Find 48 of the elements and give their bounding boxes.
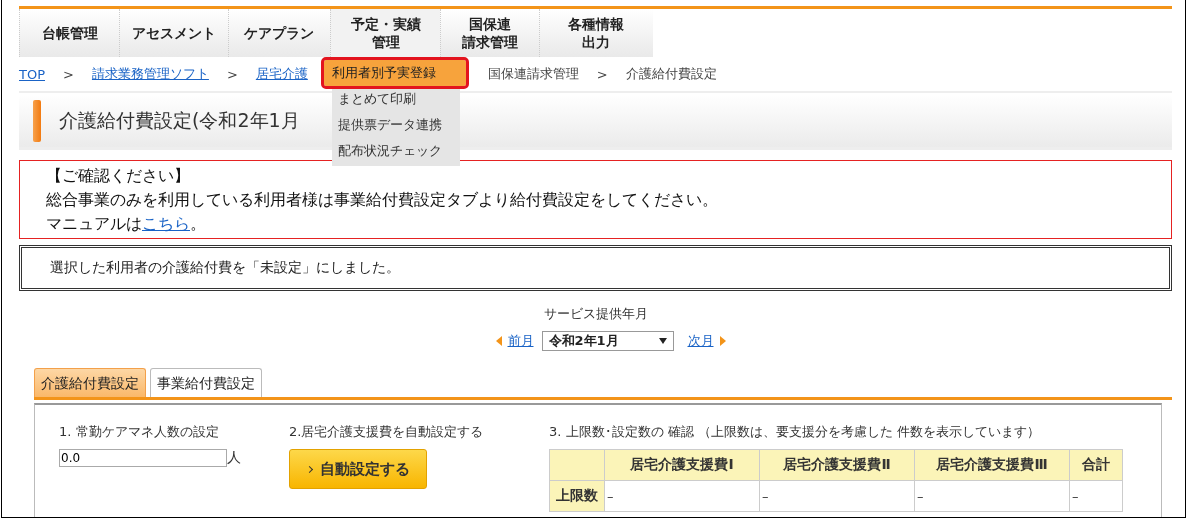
month-label: サービス提供年月 [543,305,648,323]
table-cell: – [759,480,915,512]
unit-label: 人 [227,449,241,467]
tab[interactable]: 事業給付費設定 [150,368,262,397]
prev-month-link[interactable]: 前月 [507,332,534,350]
table-cell: – [604,480,760,512]
manual-link[interactable]: こちら [142,214,190,233]
left-triangle-icon [495,336,502,346]
message-text: 選択した利用者の介護給付費を「未設定」にしました。 [50,259,400,277]
breadcrumb-separator: > [226,66,238,82]
menu-item[interactable]: 提供票データ連携 [332,112,460,138]
nav-menu-item[interactable]: 各種情報 出力 [538,9,653,57]
right-triangle-icon [719,336,726,346]
staff-count-input[interactable]: 0.0 [59,449,227,467]
breadcrumb-text: 介護給付費設定 [625,65,717,83]
table-header-cell: 居宅介護支援費Ⅱ [759,449,915,481]
table-header-cell: 居宅介護支援費Ⅰ [604,449,760,481]
auto-set-button[interactable]: 自動設定する [289,449,427,489]
nav-menu-item[interactable]: 台帳管理 [19,9,120,57]
caret-icon [658,338,667,344]
notice-text: 総合事業のみを利用している利用者様は事業給付費設定タブより給付費設定をしてください。 [46,189,719,211]
title-marker-icon [33,100,41,142]
page-title: 介護給付費設定(令和2年1月 [59,108,300,133]
breadcrumb-text: 国保連請求管理 [487,65,579,83]
nav-menu-item[interactable]: 予定・実績 管理 [330,9,441,57]
notice-heading: 【ご確認ください】 [46,165,191,187]
breadcrumb-separator: > [596,66,608,82]
table-header-cell: 合計 [1069,449,1123,481]
menu-item[interactable]: 利用者別予実登録 [324,60,466,86]
row-header-cell: 上限数 [549,480,605,512]
tab[interactable]: 介護給付費設定 [34,368,146,397]
table-header-cell [549,449,605,481]
breadcrumb-link[interactable]: 居宅介護 [255,65,308,83]
breadcrumb-link[interactable]: TOP [19,66,45,82]
nav-menu-item[interactable]: アセスメント [119,9,228,57]
section-label: 1. 常勤ケアマネ人数の設定 [59,423,220,441]
menu-item[interactable]: 配布状況チェック [332,138,460,164]
breadcrumb-separator: > [63,66,74,82]
menu-item[interactable]: まとめて印刷 [332,86,460,112]
section-label: 3. 上限数･設定数の 確認 （上限数は、要支援分を考慮した 件数を表示しています） [549,423,1041,441]
next-month-link[interactable]: 次月 [687,332,714,350]
section-label: 2.居宅介護支援費を自動設定する [289,423,485,441]
breadcrumb-link[interactable]: 請求業務管理ソフト [91,65,209,83]
table-header-cell: 居宅介護支援費Ⅲ [914,449,1070,481]
month-select[interactable]: 令和2年1月 [541,331,674,351]
table-cell: – [1069,480,1123,512]
table-cell: – [914,480,1070,512]
notice-manual-text: マニュアルはこちら。 [46,213,207,235]
